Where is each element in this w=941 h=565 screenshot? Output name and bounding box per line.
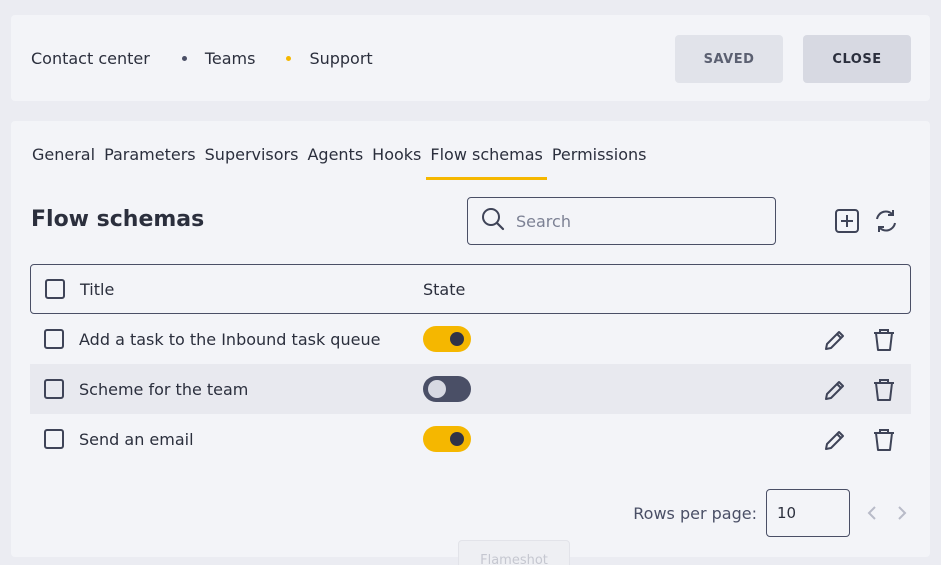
header-card: Contact center Teams Support SAVED CLOSE — [11, 15, 930, 101]
tab-general[interactable]: General — [32, 145, 95, 172]
edit-icon[interactable] — [822, 377, 848, 403]
add-icon[interactable] — [833, 207, 861, 235]
column-title[interactable]: Title — [80, 280, 423, 299]
row-checkbox[interactable] — [44, 429, 64, 449]
close-button[interactable]: CLOSE — [803, 35, 911, 83]
search-input[interactable] — [516, 211, 756, 231]
table-header: Title State — [30, 264, 911, 314]
breadcrumb-item-support: Support — [309, 49, 373, 68]
tab-supervisors[interactable]: Supervisors — [205, 145, 299, 172]
edit-icon[interactable] — [822, 327, 848, 353]
breadcrumb-item-contact-center[interactable]: Contact center — [31, 49, 150, 68]
search-box[interactable] — [467, 197, 776, 245]
tab-flow-schemas[interactable]: Flow schemas — [426, 145, 548, 180]
tab-agents[interactable]: Agents — [307, 145, 363, 172]
breadcrumb-separator-active — [286, 56, 292, 61]
table-body: Add a task to the Inbound task queue Sch… — [30, 314, 911, 464]
select-all-checkbox[interactable] — [45, 279, 65, 299]
toggle-knob — [428, 380, 446, 398]
delete-icon[interactable] — [871, 427, 897, 453]
breadcrumb-item-teams[interactable]: Teams — [205, 49, 256, 68]
delete-icon[interactable] — [871, 377, 897, 403]
saved-button[interactable]: SAVED — [675, 35, 783, 83]
state-toggle[interactable] — [423, 326, 471, 352]
refresh-icon[interactable] — [872, 207, 900, 235]
breadcrumb-separator — [181, 56, 187, 61]
delete-icon[interactable] — [871, 327, 897, 353]
screenshot-tool-overlay: Flameshot — [458, 540, 570, 565]
toggle-knob — [450, 332, 464, 346]
main-card: General Parameters Supervisors Agents Ho… — [11, 121, 930, 557]
tab-bar: General Parameters Supervisors Agents Ho… — [32, 145, 655, 180]
tab-hooks[interactable]: Hooks — [372, 145, 421, 172]
table-row: Send an email — [30, 414, 911, 464]
chevron-left-icon[interactable] — [864, 505, 880, 521]
state-toggle[interactable] — [423, 426, 471, 452]
rows-per-page-label: Rows per page: — [633, 503, 757, 523]
chevron-right-icon[interactable] — [894, 505, 910, 521]
row-title: Send an email — [79, 429, 194, 449]
tab-parameters[interactable]: Parameters — [104, 145, 196, 172]
breadcrumb: Contact center Teams Support — [31, 49, 373, 68]
toggle-knob — [450, 432, 464, 446]
column-state[interactable]: State — [423, 280, 465, 299]
table-row: Scheme for the team — [30, 364, 911, 414]
state-toggle[interactable] — [423, 376, 471, 402]
row-title: Scheme for the team — [79, 379, 249, 399]
row-checkbox[interactable] — [44, 379, 64, 399]
row-title: Add a task to the Inbound task queue — [79, 329, 381, 349]
page-title: Flow schemas — [31, 207, 205, 232]
tab-permissions[interactable]: Permissions — [552, 145, 647, 172]
search-icon — [480, 206, 506, 236]
table-row: Add a task to the Inbound task queue — [30, 314, 911, 364]
row-checkbox[interactable] — [44, 329, 64, 349]
rows-per-page-select[interactable]: 10 — [766, 489, 850, 537]
pagination: Rows per page: 10 — [633, 489, 910, 537]
edit-icon[interactable] — [822, 427, 848, 453]
